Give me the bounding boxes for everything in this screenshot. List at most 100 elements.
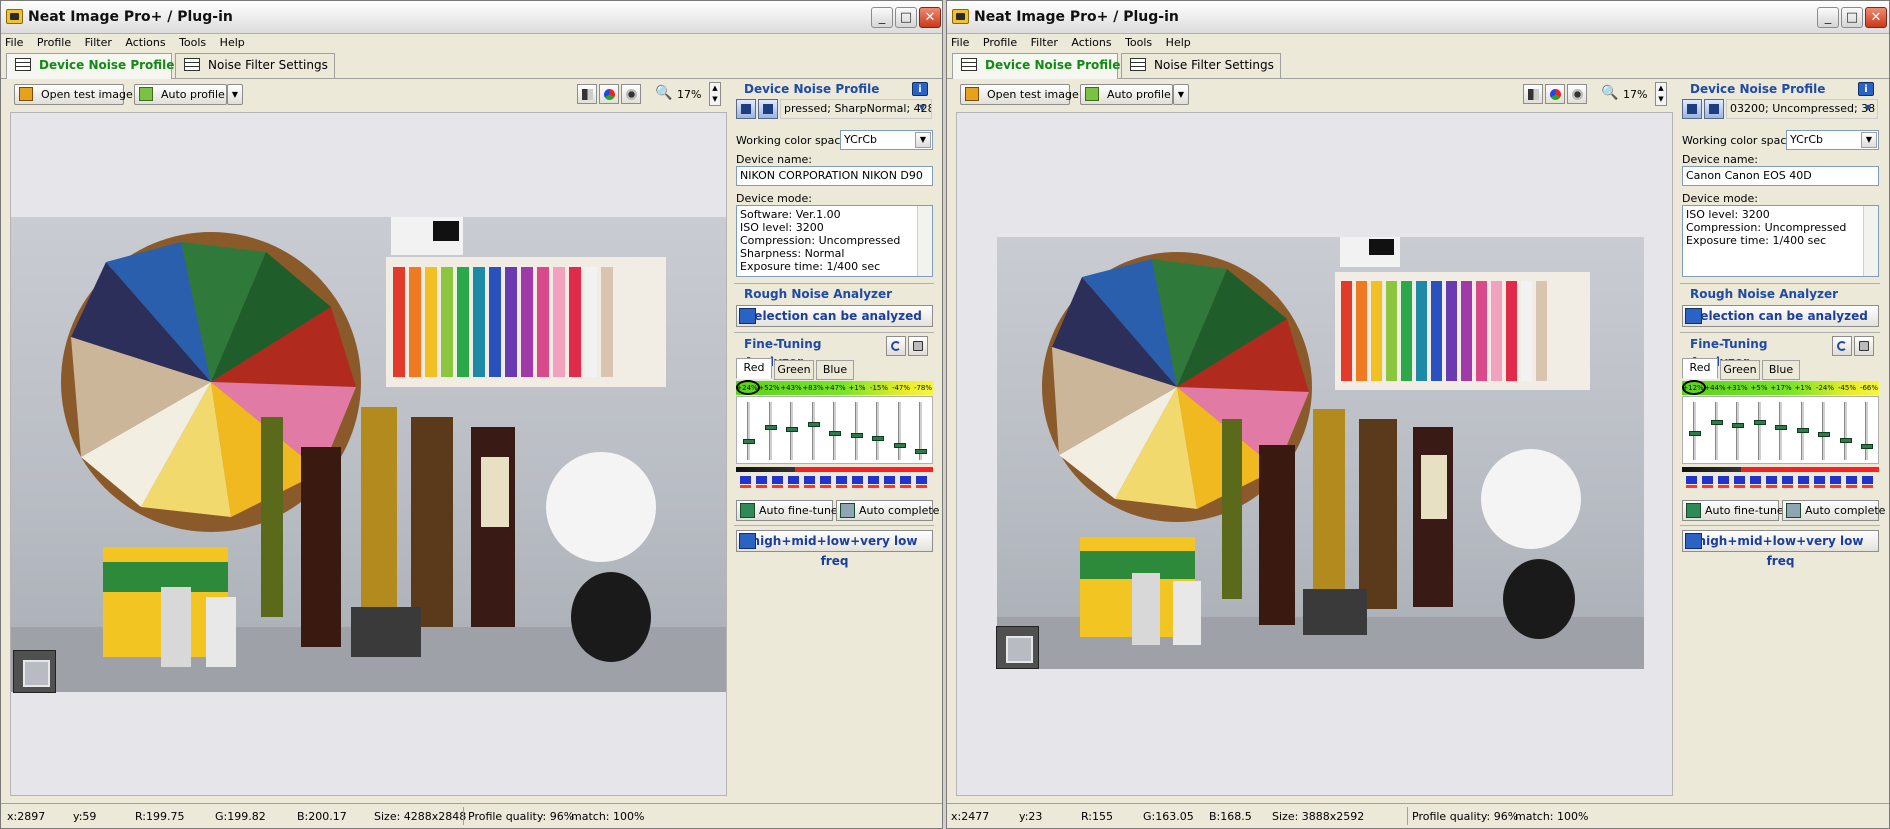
device-mode-memo[interactable]: ISO level: 3200 Compression: Uncompresse…	[1682, 205, 1879, 277]
menu-profile[interactable]: Profile	[37, 34, 71, 51]
memo-scrollbar[interactable]	[1863, 206, 1878, 276]
slider-thumb[interactable]	[1861, 443, 1873, 449]
device-name-field[interactable]: NIKON CORPORATION NIKON D90	[736, 166, 933, 186]
color-channels-button[interactable]	[599, 84, 619, 104]
title-bar[interactable]: Neat Image Pro+ / Plug-in _ □ ✕	[1, 1, 942, 34]
menu-file[interactable]: File	[951, 34, 969, 51]
slider-thumb[interactable]	[1710, 420, 1723, 426]
view-single-button[interactable]	[1523, 84, 1543, 104]
slider-thumb[interactable]	[915, 448, 927, 454]
menu-filter[interactable]: Filter	[85, 34, 112, 51]
slider-thumb[interactable]	[829, 430, 841, 436]
tab-noise-filter-settings[interactable]: Noise Filter Settings	[1121, 53, 1281, 78]
tab-device-noise-profile[interactable]: Device Noise Profile	[952, 53, 1120, 79]
frequency-slider[interactable]	[1710, 402, 1723, 460]
close-button[interactable]: ✕	[1865, 7, 1887, 28]
slider-thumb[interactable]	[872, 436, 884, 442]
profile-combo[interactable]: 03200; Uncompressed; 38 ▼	[1726, 99, 1878, 119]
frequency-sliders[interactable]	[736, 396, 933, 464]
frequency-slider[interactable]	[1689, 402, 1701, 460]
auto-profile-dropdown[interactable]: ▼	[227, 84, 243, 105]
slider-thumb[interactable]	[764, 425, 777, 431]
info-icon[interactable]: i	[912, 82, 928, 96]
tab-red[interactable]: Red	[1682, 358, 1718, 379]
view-single-button[interactable]	[577, 84, 597, 104]
working-color-space-select[interactable]: YCrCb ▼	[1786, 130, 1879, 150]
tab-blue[interactable]: Blue	[1762, 360, 1800, 380]
menu-profile[interactable]: Profile	[983, 34, 1017, 51]
open-test-image-button[interactable]: Open test image	[14, 84, 133, 105]
frequency-slider[interactable]	[1775, 402, 1787, 460]
image-viewport[interactable]	[956, 112, 1673, 796]
slider-thumb[interactable]	[893, 442, 906, 448]
frequency-button[interactable]: high+mid+low+very low freq	[1682, 530, 1879, 568]
maximize-button[interactable]: □	[895, 7, 917, 28]
frequency-button[interactable]: high+mid+low+very low freq	[736, 530, 933, 568]
load-profile-button[interactable]	[1682, 99, 1702, 119]
frequency-slider[interactable]	[829, 402, 841, 460]
frequency-slider[interactable]	[872, 402, 884, 460]
menu-actions[interactable]: Actions	[125, 34, 165, 51]
menu-actions[interactable]: Actions	[1071, 34, 1111, 51]
save-profile-button[interactable]	[758, 99, 778, 119]
frequency-slider[interactable]	[764, 402, 777, 460]
menu-tools[interactable]: Tools	[179, 34, 206, 51]
image-viewport[interactable]	[10, 112, 727, 796]
menu-help[interactable]: Help	[220, 34, 245, 51]
slider-thumb[interactable]	[1775, 425, 1787, 431]
slider-thumb[interactable]	[1689, 430, 1701, 436]
navigator-thumbnail[interactable]	[996, 626, 1039, 669]
menu-filter[interactable]: Filter	[1031, 34, 1058, 51]
undo-button[interactable]	[1832, 336, 1852, 356]
frequency-slider[interactable]	[915, 402, 927, 460]
frequency-slider[interactable]	[1818, 402, 1830, 460]
frequency-slider[interactable]	[1732, 402, 1744, 460]
auto-fine-tune-button[interactable]: Auto fine-tune	[1682, 500, 1784, 521]
auto-profile-button[interactable]: Auto profile	[134, 84, 227, 105]
clear-button[interactable]	[1854, 336, 1874, 356]
device-name-field[interactable]: Canon Canon EOS 40D	[1682, 166, 1879, 186]
minimize-button[interactable]: _	[1817, 7, 1839, 28]
profile-combo[interactable]: pressed; SharpNormal; 4288 ▼	[780, 99, 932, 119]
navigator-thumbnail[interactable]	[13, 650, 56, 693]
title-bar[interactable]: Neat Image Pro+ / Plug-in _ □ ✕	[947, 1, 1889, 34]
slider-thumb[interactable]	[1839, 438, 1852, 444]
brightness-button[interactable]	[621, 84, 641, 104]
clear-button[interactable]	[908, 336, 928, 356]
undo-button[interactable]	[886, 336, 906, 356]
frequency-slider[interactable]	[1839, 402, 1852, 460]
tab-blue[interactable]: Blue	[816, 360, 854, 380]
open-test-image-button[interactable]: Open test image	[960, 84, 1079, 105]
menu-tools[interactable]: Tools	[1125, 34, 1152, 51]
frequency-slider[interactable]	[786, 402, 798, 460]
frequency-slider[interactable]	[850, 402, 863, 460]
frequency-slider[interactable]	[1796, 402, 1809, 460]
tab-green[interactable]: Green	[774, 360, 814, 380]
frequency-slider[interactable]	[743, 402, 755, 460]
maximize-button[interactable]: □	[1841, 7, 1863, 28]
slider-thumb[interactable]	[1753, 420, 1766, 426]
tab-noise-filter-settings[interactable]: Noise Filter Settings	[175, 53, 335, 78]
color-channels-button[interactable]	[1545, 84, 1565, 104]
tab-green[interactable]: Green	[1720, 360, 1760, 380]
auto-fine-tune-button[interactable]: Auto fine-tune	[736, 500, 838, 521]
rough-analyze-button[interactable]: selection can be analyzed	[1682, 305, 1879, 327]
slider-thumb[interactable]	[1796, 428, 1809, 433]
tab-red[interactable]: Red	[736, 358, 772, 379]
slider-thumb[interactable]	[743, 439, 755, 445]
tab-device-noise-profile[interactable]: Device Noise Profile	[6, 53, 174, 79]
slider-thumb[interactable]	[850, 433, 863, 439]
frequency-slider[interactable]	[1753, 402, 1766, 460]
auto-complete-button[interactable]: Auto complete	[836, 500, 939, 521]
slider-thumb[interactable]	[786, 426, 798, 432]
memo-scrollbar[interactable]	[917, 206, 932, 276]
save-profile-button[interactable]	[1704, 99, 1724, 119]
slider-thumb[interactable]	[1732, 422, 1744, 428]
load-profile-button[interactable]	[736, 99, 756, 119]
working-color-space-select[interactable]: YCrCb ▼	[840, 130, 933, 150]
menu-file[interactable]: File	[5, 34, 23, 51]
frequency-sliders[interactable]	[1682, 396, 1879, 464]
device-mode-memo[interactable]: Software: Ver.1.00 ISO level: 3200 Compr…	[736, 205, 933, 277]
close-button[interactable]: ✕	[919, 7, 941, 28]
info-icon[interactable]: i	[1858, 82, 1874, 96]
